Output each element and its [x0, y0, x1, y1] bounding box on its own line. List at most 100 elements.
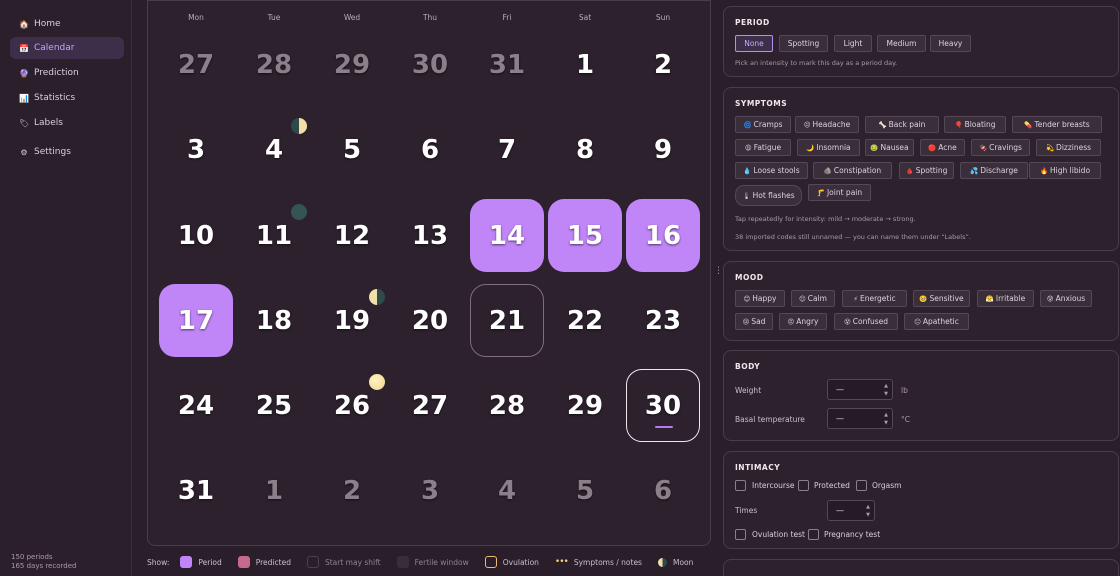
sidebar-item-labels[interactable]: 🏷 Labels [10, 112, 124, 134]
calendar-day[interactable]: 6 [393, 113, 467, 186]
temperature-label: Basal temperature [735, 415, 805, 424]
mood-chip[interactable]: 😤 Irritable [977, 290, 1034, 307]
calendar-day[interactable]: 3 [393, 454, 467, 527]
intercourse-checkbox[interactable] [735, 480, 746, 491]
calendar-day[interactable]: 31 [470, 28, 544, 101]
sidebar-item-prediction[interactable]: 🔮 Prediction [10, 62, 124, 84]
start-shift-swatch [306, 556, 319, 568]
calendar-day-selected[interactable]: 21 [470, 284, 544, 357]
calendar-day-period[interactable]: 17 [159, 284, 233, 357]
calendar-day[interactable]: 6 [626, 454, 700, 527]
period-option-spotting[interactable]: Spotting [779, 35, 828, 52]
symptom-chip[interactable]: 🔥 High libido [1029, 162, 1101, 179]
symptom-chip[interactable]: 🌡 Hot flashes [735, 185, 802, 206]
legend-fertile-window[interactable]: Fertile window [396, 556, 469, 568]
symptom-chip[interactable]: 🍫 Cravings [971, 139, 1030, 156]
period-option-medium[interactable]: Medium [877, 35, 926, 52]
symptom-chip[interactable]: 💊 Tender breasts [1012, 116, 1102, 133]
period-option-none[interactable]: None [735, 35, 773, 52]
calendar-day[interactable]: 8 [548, 113, 622, 186]
mood-chip[interactable]: 😠 Angry [779, 313, 827, 330]
weight-input[interactable]: — ▲ ▼ [827, 379, 893, 400]
symptom-chip[interactable]: 🪨 Constipation [813, 162, 892, 179]
temperature-stepper-icon[interactable]: ▲ ▼ [882, 411, 890, 427]
legend-moon[interactable]: Moon [657, 557, 693, 567]
calendar-day[interactable]: 4 [470, 454, 544, 527]
legend-predicted[interactable]: Predicted [237, 556, 291, 568]
day-number: 5 [575, 475, 595, 506]
mood-chip[interactable]: 😑 Apathetic [904, 313, 969, 330]
symptom-chip[interactable]: 🤢 Nausea [865, 139, 914, 156]
times-stepper-icon[interactable]: ▲ ▼ [864, 503, 872, 519]
legend-period[interactable]: Period [180, 556, 222, 568]
symptom-chip[interactable]: 🔴 Acne [920, 139, 965, 156]
protected-checkbox[interactable] [798, 480, 809, 491]
calendar-day[interactable]: 24 [159, 369, 233, 442]
period-option-heavy[interactable]: Heavy [930, 35, 971, 52]
symptom-chip[interactable]: 💦 Discharge [960, 162, 1028, 179]
calendar-day[interactable]: 30 [393, 28, 467, 101]
symptom-chip[interactable]: 🌙 Insomnia [797, 139, 860, 156]
mood-chip[interactable]: 🥺 Sensitive [913, 290, 970, 307]
mood-chip[interactable]: 😰 Anxious [1040, 290, 1092, 307]
weight-stepper-icon[interactable]: ▲ ▼ [882, 382, 890, 398]
calendar-day[interactable]: 28 [470, 369, 544, 442]
symptom-chip[interactable]: 💧 Loose stools [735, 162, 808, 179]
calendar-day-period[interactable]: 14 [470, 199, 544, 272]
symptom-chip[interactable]: 😩 Fatigue [735, 139, 791, 156]
calendar-day[interactable]: 22 [548, 284, 622, 357]
calendar-day[interactable]: 3 [159, 113, 233, 186]
calendar-day[interactable]: 2 [626, 28, 700, 101]
calendar-day[interactable]: 7 [470, 113, 544, 186]
symptom-chip[interactable]: 🩸 Spotting [899, 162, 954, 179]
calendar-day[interactable]: 2 [315, 454, 389, 527]
calendar-day-period[interactable]: 16 [626, 199, 700, 272]
period-option-light[interactable]: Light [834, 35, 872, 52]
calendar-day[interactable]: 9 [626, 113, 700, 186]
day-number: 10 [177, 220, 215, 251]
legend-ovulation[interactable]: Ovulation [484, 556, 539, 568]
calendar-day[interactable]: 1 [237, 454, 311, 527]
calendar-day[interactable]: 13 [393, 199, 467, 272]
resize-handle-icon[interactable]: ⋮ [714, 266, 723, 276]
sidebar-item-calendar[interactable]: 📅 Calendar [10, 37, 124, 59]
mood-chip[interactable]: 😵 Confused [834, 313, 898, 330]
sidebar-item-settings[interactable]: ⚙ Settings [10, 141, 124, 163]
calendar-day[interactable]: 25 [237, 369, 311, 442]
calendar-day[interactable]: 1 [548, 28, 622, 101]
calendar-day-period[interactable]: 15 [548, 199, 622, 272]
calendar-day[interactable]: 20 [393, 284, 467, 357]
calendar-day[interactable]: 31 [159, 454, 233, 527]
symptom-chip[interactable]: 🦵 Joint pain [808, 184, 871, 201]
calendar-day[interactable]: 23 [626, 284, 700, 357]
sidebar-item-statistics[interactable]: 📊 Statistics [10, 87, 124, 109]
calendar-day[interactable]: 29 [548, 369, 622, 442]
ovulation-test-checkbox[interactable] [735, 529, 746, 540]
calendar-day[interactable]: 5 [548, 454, 622, 527]
orgasm-checkbox[interactable] [856, 480, 867, 491]
mood-chip[interactable]: 😊 Happy [735, 290, 785, 307]
calendar-day[interactable]: 29 [315, 28, 389, 101]
symptom-chip[interactable]: 😣 Headache [795, 116, 859, 133]
mood-chip[interactable]: 😢 Sad [735, 313, 773, 330]
legend-symptoms[interactable]: ••• Symptoms / notes [555, 557, 642, 567]
symptom-chip[interactable]: 🎈 Bloating [944, 116, 1006, 133]
sidebar-item-home[interactable]: 🏠 Home [10, 13, 124, 35]
calendar-day[interactable]: 27 [159, 28, 233, 101]
calendar-day[interactable]: 18 [237, 284, 311, 357]
calendar-day[interactable]: 28 [237, 28, 311, 101]
symptom-chip[interactable]: 🌀 Cramps [735, 116, 791, 133]
temperature-input[interactable]: — ▲ ▼ [827, 408, 893, 429]
legend-start-may-shift[interactable]: Start may shift [306, 556, 381, 568]
calendar-day[interactable]: 27 [393, 369, 467, 442]
mood-chip[interactable]: 😌 Calm [791, 290, 835, 307]
symptom-chip[interactable]: 🦴 Back pain [865, 116, 939, 133]
pregnancy-test-checkbox[interactable] [808, 529, 819, 540]
calendar-day-today[interactable]: 30 [626, 369, 700, 442]
times-input[interactable]: — ▲ ▼ [827, 500, 875, 521]
calendar-day[interactable]: 10 [159, 199, 233, 272]
symptom-chip[interactable]: 💫 Dizziness [1036, 139, 1101, 156]
mood-chip[interactable]: ⚡ Energetic [842, 290, 907, 307]
calendar-day[interactable]: 5 [315, 113, 389, 186]
calendar-day[interactable]: 12 [315, 199, 389, 272]
